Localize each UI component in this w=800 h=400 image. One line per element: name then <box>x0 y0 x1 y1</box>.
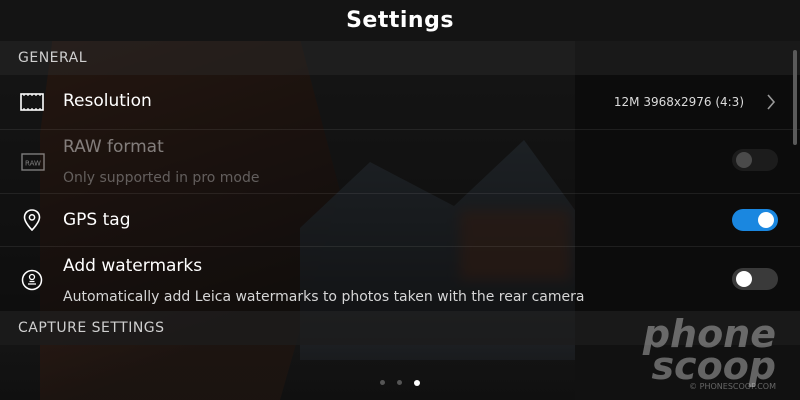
raw-format-subtitle: Only supported in pro mode <box>63 170 260 186</box>
page-dot <box>380 380 385 385</box>
raw-format-toggle[interactable] <box>732 149 778 171</box>
raw-icon-text: RAW <box>25 160 41 168</box>
raw-format-setting-row[interactable]: RAW RAW format Only supported in pro mod… <box>0 130 800 194</box>
location-pin-icon <box>20 208 44 232</box>
watermarks-subtitle: Automatically add Leica watermarks to ph… <box>63 289 585 305</box>
raw-format-label: RAW format <box>63 137 164 157</box>
resolution-value: 12M 3968x2976 (4:3) <box>613 95 744 109</box>
gps-tag-label: GPS tag <box>63 210 131 230</box>
resolution-label: Resolution <box>63 91 152 111</box>
page-dot <box>397 380 402 385</box>
watermarks-toggle[interactable] <box>732 268 778 290</box>
resolution-setting-row[interactable]: Resolution 12M 3968x2976 (4:3) <box>0 75 800 130</box>
watermark-stamp-icon <box>20 268 44 292</box>
page-title: Settings <box>346 8 454 33</box>
phonescoop-watermark: phone scoop © PHONESCOOP.COM <box>626 315 776 392</box>
section-header-general: GENERAL <box>0 41 800 75</box>
scrollbar[interactable] <box>793 50 797 145</box>
watermarks-setting-row[interactable]: Add watermarks Automatically add Leica w… <box>0 247 800 311</box>
page-dot-active <box>414 380 420 386</box>
chevron-right-icon <box>766 94 776 114</box>
watermark-footer: © PHONESCOOP.COM <box>689 382 776 391</box>
aspect-ratio-icon <box>20 90 44 114</box>
raw-icon: RAW <box>20 150 46 174</box>
top-bar: Settings <box>0 0 800 41</box>
gps-tag-setting-row[interactable]: GPS tag <box>0 194 800 247</box>
section-header-label: CAPTURE SETTINGS <box>18 320 165 336</box>
section-header-label: GENERAL <box>18 50 88 66</box>
gps-tag-toggle[interactable] <box>732 209 778 231</box>
watermarks-label: Add watermarks <box>63 256 203 276</box>
